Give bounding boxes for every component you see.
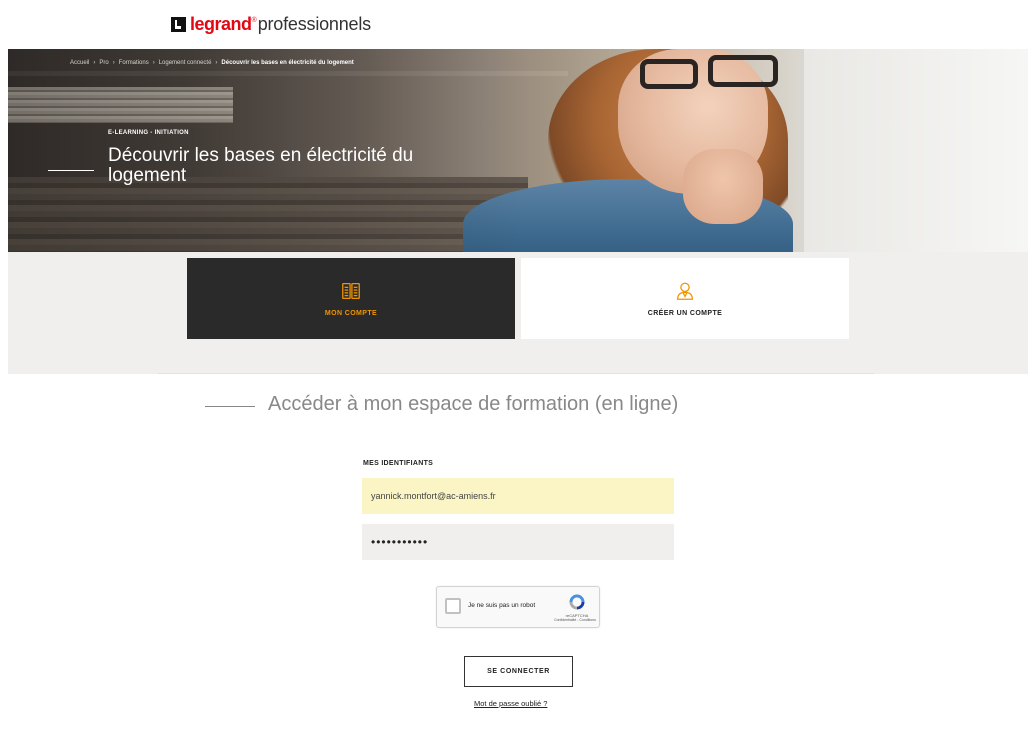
- breadcrumb-item-accueil[interactable]: Accueil: [70, 60, 89, 66]
- breadcrumb-item-pro[interactable]: Pro: [99, 60, 108, 66]
- tab-creer-un-compte[interactable]: CRÉER UN COMPTE: [521, 258, 849, 339]
- tab-mon-compte-label: MON COMPTE: [324, 310, 378, 317]
- section-title: Accéder à mon espace de formation (en li…: [268, 393, 679, 415]
- credentials-label: MES IDENTIFIANTS: [363, 460, 434, 467]
- hero-title: Découvrir les bases en électricité du lo…: [108, 145, 414, 186]
- recaptcha-label: Je ne suis pas un robot: [468, 602, 536, 609]
- section-title-rule: [205, 406, 255, 407]
- logo-brand-text: legrand: [190, 13, 252, 34]
- tab-mon-compte[interactable]: MON COMPTE: [187, 258, 515, 339]
- breadcrumb: Accueil › Pro › Formations › Logement co…: [70, 60, 358, 66]
- password-input[interactable]: [362, 524, 674, 560]
- hero-monitor-decor: [798, 49, 1028, 252]
- breadcrumb-item-logement-connecte[interactable]: Logement connecté: [159, 60, 212, 66]
- recaptcha-checkbox[interactable]: [445, 598, 461, 614]
- recaptcha-widget: Je ne suis pas un robot reCAPTCHA Confid…: [436, 586, 600, 628]
- login-button[interactable]: SE CONNECTER: [464, 656, 573, 687]
- account-tabs-band: [8, 252, 1028, 374]
- breadcrumb-separator-icon: ›: [152, 60, 155, 66]
- logo-suffix-text: professionnels: [257, 13, 371, 34]
- recaptcha-icon: [569, 594, 585, 610]
- user-badge-icon: [677, 282, 693, 300]
- forgot-password-link[interactable]: Mot de passe oublié ?: [474, 699, 547, 708]
- tab-creer-un-compte-label: CRÉER UN COMPTE: [647, 310, 723, 317]
- hero-kicker: E-LEARNING - INITIATION: [108, 130, 189, 136]
- breadcrumb-separator-icon: ›: [112, 60, 115, 66]
- section-divider: [158, 373, 874, 374]
- book-icon: [342, 283, 360, 299]
- hero-title-rule: [48, 170, 94, 171]
- breadcrumb-item-current: Découvrir les bases en électricité du lo…: [221, 60, 354, 66]
- breadcrumb-separator-icon: ›: [215, 60, 218, 66]
- email-input[interactable]: [362, 478, 674, 514]
- breadcrumb-separator-icon: ›: [93, 60, 96, 66]
- recaptcha-links[interactable]: Confidentialité - Conditions: [551, 618, 599, 622]
- legrand-logo[interactable]: legrand ® professionnels: [171, 11, 371, 37]
- breadcrumb-item-formations[interactable]: Formations: [119, 60, 149, 66]
- legrand-logo-icon: [171, 16, 186, 32]
